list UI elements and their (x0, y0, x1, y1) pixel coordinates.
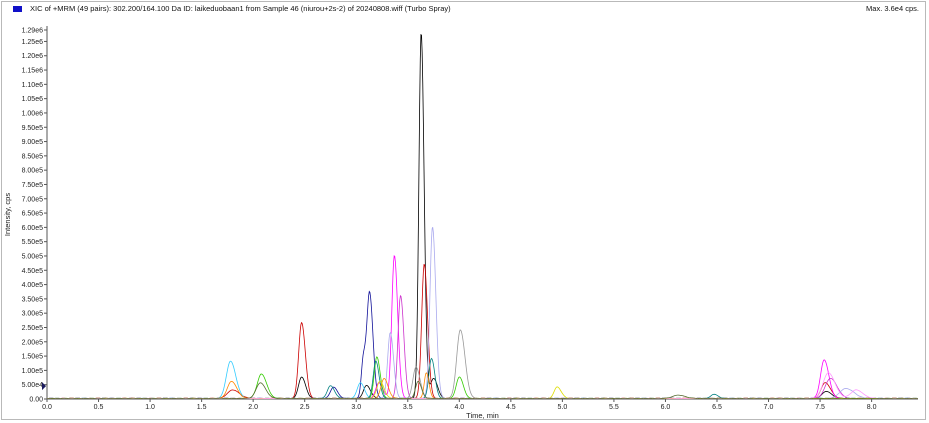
y-tick-label: 7.50e5 (22, 182, 44, 189)
y-tick-label: 4.50e5 (22, 268, 44, 275)
x-tick-label: 1.5 (197, 404, 207, 411)
y-tick-label: 6.00e5 (22, 225, 44, 232)
y-tick-label: 1.29e6 (22, 28, 44, 35)
y-tick-label: 1.00e6 (22, 110, 44, 117)
y-tick-label: 7.00e5 (22, 196, 44, 203)
chromatogram-plot: 0.0 0.5 1.0 1.5 2.0 2.5 3.0 3.5 4.0 4.5 5.0 5.5 6.0 6… (3, 26, 919, 420)
axes-group (46, 26, 918, 400)
y-tick-label: 1.10e6 (22, 82, 44, 89)
x-tick-label: 0.0 (42, 404, 52, 411)
y-axis-label: Intensity, cps (3, 193, 12, 236)
x-tick-label: 3.5 (403, 404, 413, 411)
trace-line (46, 356, 919, 399)
x-tick-label: 6.5 (712, 404, 722, 411)
y-tick-label: 2.50e5 (22, 325, 44, 332)
trace-line (46, 227, 919, 399)
x-tick-label: 1.0 (145, 404, 155, 411)
x-tick-label: 6.0 (661, 404, 671, 411)
trace-line (46, 294, 919, 399)
y-tick-label: 1.15e6 (22, 68, 44, 75)
trace-line (46, 360, 919, 399)
trace-line (46, 34, 919, 399)
y-tick-label: 1.20e6 (22, 53, 44, 60)
x-tick-label: 0.5 (94, 404, 104, 411)
y-tick-label: 1.50e5 (22, 354, 44, 361)
y-tick-label: 2.00e5 (22, 339, 44, 346)
y-tick-label: 4.00e5 (22, 282, 44, 289)
trace-line (46, 290, 919, 399)
y-tick-label: 5.50e5 (22, 239, 44, 246)
trace-line (46, 372, 919, 399)
trace-line (46, 357, 919, 399)
x-tick-label: 4.5 (506, 404, 516, 411)
y-tick-label: 5.00e4 (22, 382, 44, 389)
y-tick-label: 0.00 (29, 397, 43, 404)
y-tick-label: 8.50e5 (22, 153, 44, 160)
y-tick-label: 9.50e5 (22, 125, 44, 132)
y-tick-label: 5.00e5 (22, 253, 44, 260)
y-tick-label: 6.50e5 (22, 211, 44, 218)
traces-group (46, 34, 919, 399)
x-tick-label: 3.0 (351, 404, 361, 411)
x-tick-label: 2.5 (300, 404, 310, 411)
trace-line (46, 329, 919, 399)
x-tick-label: 8.0 (867, 404, 877, 411)
y-tick-label: 1.00e5 (22, 368, 44, 375)
x-tick-label: 5.5 (609, 404, 619, 411)
ticks-group: 0.0 0.5 1.0 1.5 2.0 2.5 3.0 3.5 4.0 4.5 5.0 5.5 6.0 6… (22, 28, 877, 412)
x-tick-label: 2.0 (248, 404, 258, 411)
y-tick-label: 3.00e5 (22, 311, 44, 318)
x-tick-label: 7.5 (815, 404, 825, 411)
trace-line (46, 372, 919, 399)
x-tick-label: 4.0 (454, 404, 464, 411)
y-axis-marker-icon[interactable] (42, 382, 46, 391)
x-axis-label: Time, min (466, 411, 499, 420)
trace-line (46, 254, 919, 399)
trace-line (46, 380, 919, 399)
y-tick-label: 9.00e5 (22, 139, 44, 146)
trace-line (46, 380, 919, 399)
y-tick-label: 3.50e5 (22, 296, 44, 303)
x-tick-label: 5.0 (558, 404, 568, 411)
y-tick-label: 8.00e5 (22, 168, 44, 175)
trace-line (46, 263, 919, 399)
x-tick-label: 7.0 (764, 404, 774, 411)
y-tick-label: 1.05e6 (22, 96, 44, 103)
y-tick-label: 1.25e6 (22, 39, 44, 46)
